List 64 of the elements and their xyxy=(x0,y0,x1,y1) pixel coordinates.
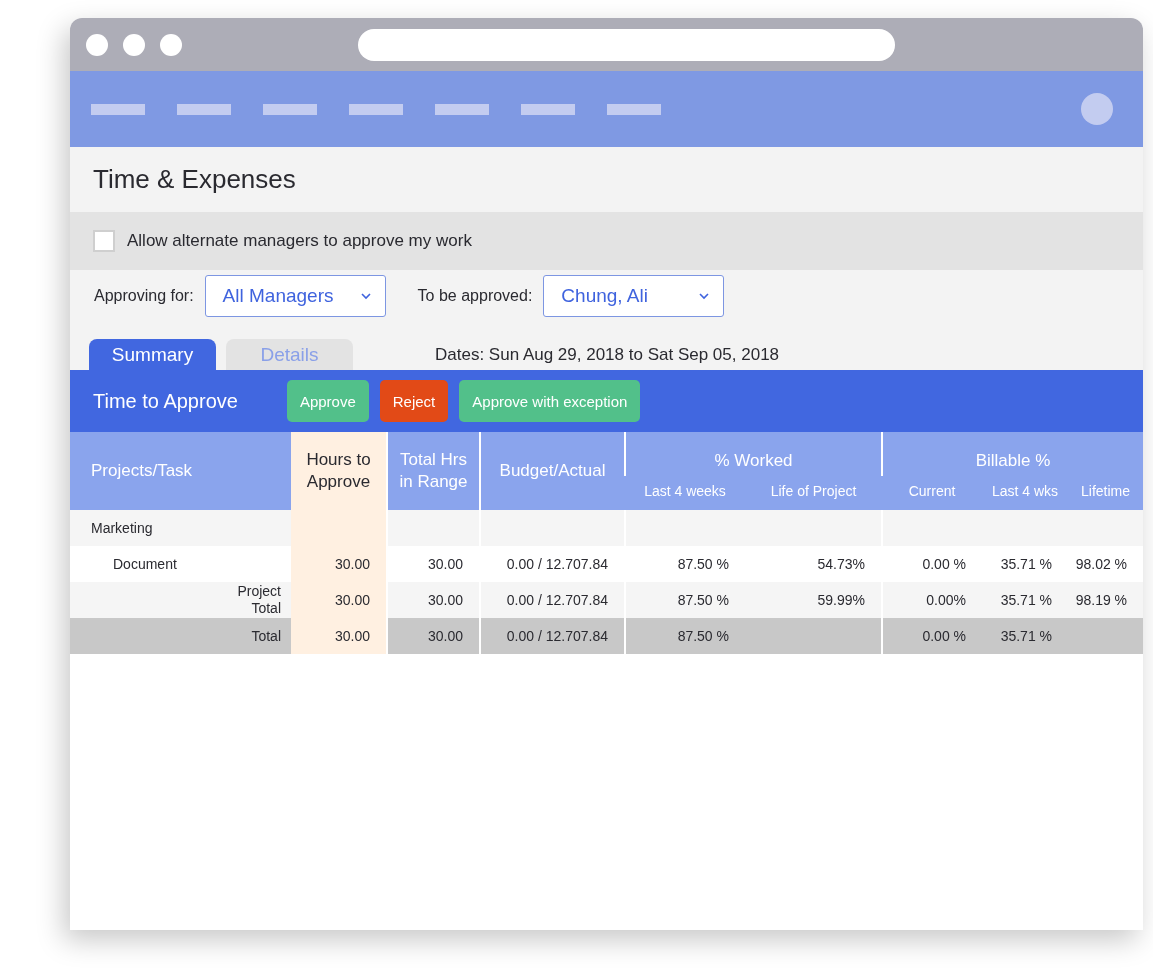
column-header: Billable % xyxy=(882,432,1143,476)
nav-link-placeholder[interactable] xyxy=(521,103,575,115)
table-cell: Marketing xyxy=(91,520,153,536)
column-subheader: Current xyxy=(882,476,982,510)
checkbox[interactable] xyxy=(93,230,115,252)
dropdown[interactable]: All Managers xyxy=(204,275,386,317)
action-button[interactable]: Approve with exception xyxy=(459,380,641,422)
table-cell: 35.71 % xyxy=(1000,628,1052,644)
table-cell: 0.00 % xyxy=(922,556,966,572)
column-subheader: Lifetime xyxy=(1068,476,1143,510)
action-button[interactable]: Approve xyxy=(286,380,369,422)
window-control-icon[interactable] xyxy=(160,33,182,56)
column-header: Projects/Task xyxy=(70,432,291,510)
table-cell: 30.00 xyxy=(334,556,370,572)
dropdown[interactable]: Chung, Ali xyxy=(543,275,725,317)
column-header: Hours to Approve xyxy=(291,432,387,510)
nav-link-placeholder[interactable] xyxy=(91,103,145,115)
nav-link-placeholder[interactable] xyxy=(177,103,231,115)
caret-icon xyxy=(699,292,710,300)
table-cell: 0.00 / 12.707.84 xyxy=(506,592,608,608)
filter-label: Approving for: xyxy=(94,287,194,305)
table-cell: 0.00 % xyxy=(922,628,966,644)
table-cell-text: Project Total xyxy=(236,583,281,617)
column-header: Total Hrs in Range xyxy=(387,432,480,510)
table-cell: 30.00 xyxy=(427,628,463,644)
nav-link-placeholder[interactable] xyxy=(435,103,489,115)
table-cell: 98.02 % xyxy=(1075,556,1128,572)
caret-icon xyxy=(360,292,371,300)
table-cell: 59.99% xyxy=(817,592,865,608)
filter-label: To be approved: xyxy=(417,287,533,305)
table-cell: 54.73% xyxy=(817,556,865,572)
table-cell: 30.00 xyxy=(334,592,370,608)
table-cell: 87.50 % xyxy=(677,592,729,608)
table-cell: 35.71 % xyxy=(1000,556,1052,572)
window-control-icon[interactable] xyxy=(123,33,145,56)
date-range: Dates: Sun Aug 29, 2018 to Sat Sep 05, 2018 xyxy=(435,345,780,365)
table-cell: 87.50 % xyxy=(677,628,729,644)
table-cell: 87.50 % xyxy=(677,556,729,572)
section-title: Time to Approve xyxy=(93,389,238,413)
column-subheader: Last 4 weeks xyxy=(625,476,745,510)
nav-link-placeholder[interactable] xyxy=(263,103,317,115)
table-cell: 0.00 / 12.707.84 xyxy=(506,628,608,644)
table-cell: 0.00% xyxy=(926,592,966,608)
table-cell: 98.19 % xyxy=(1075,592,1128,608)
action-button[interactable]: Reject xyxy=(379,380,449,422)
column-header: % Worked xyxy=(625,432,882,476)
page-title: Time & Expenses xyxy=(93,164,296,195)
avatar-placeholder[interactable] xyxy=(1081,93,1113,125)
checkbox-label: Allow alternate managers to approve my work xyxy=(127,231,472,251)
table-cell: Total xyxy=(251,628,281,644)
table-cell: 30.00 xyxy=(334,628,370,644)
column-subheader: Life of Project xyxy=(745,476,882,510)
table-cell: 35.71 % xyxy=(1000,592,1052,608)
window-control-icon[interactable] xyxy=(86,33,108,56)
nav-link-placeholder[interactable] xyxy=(349,103,403,115)
column-header: Budget/Actual xyxy=(480,432,625,510)
table-cell: 0.00 / 12.707.84 xyxy=(506,556,608,572)
address-bar[interactable] xyxy=(358,28,895,61)
table-cell: Document xyxy=(113,556,177,572)
table-cell: 30.00 xyxy=(427,592,463,608)
tab[interactable]: Summary xyxy=(89,339,216,370)
nav-link-placeholder[interactable] xyxy=(607,103,661,115)
column-subheader: Last 4 wks xyxy=(982,476,1068,510)
table-cell: 30.00 xyxy=(427,556,463,572)
